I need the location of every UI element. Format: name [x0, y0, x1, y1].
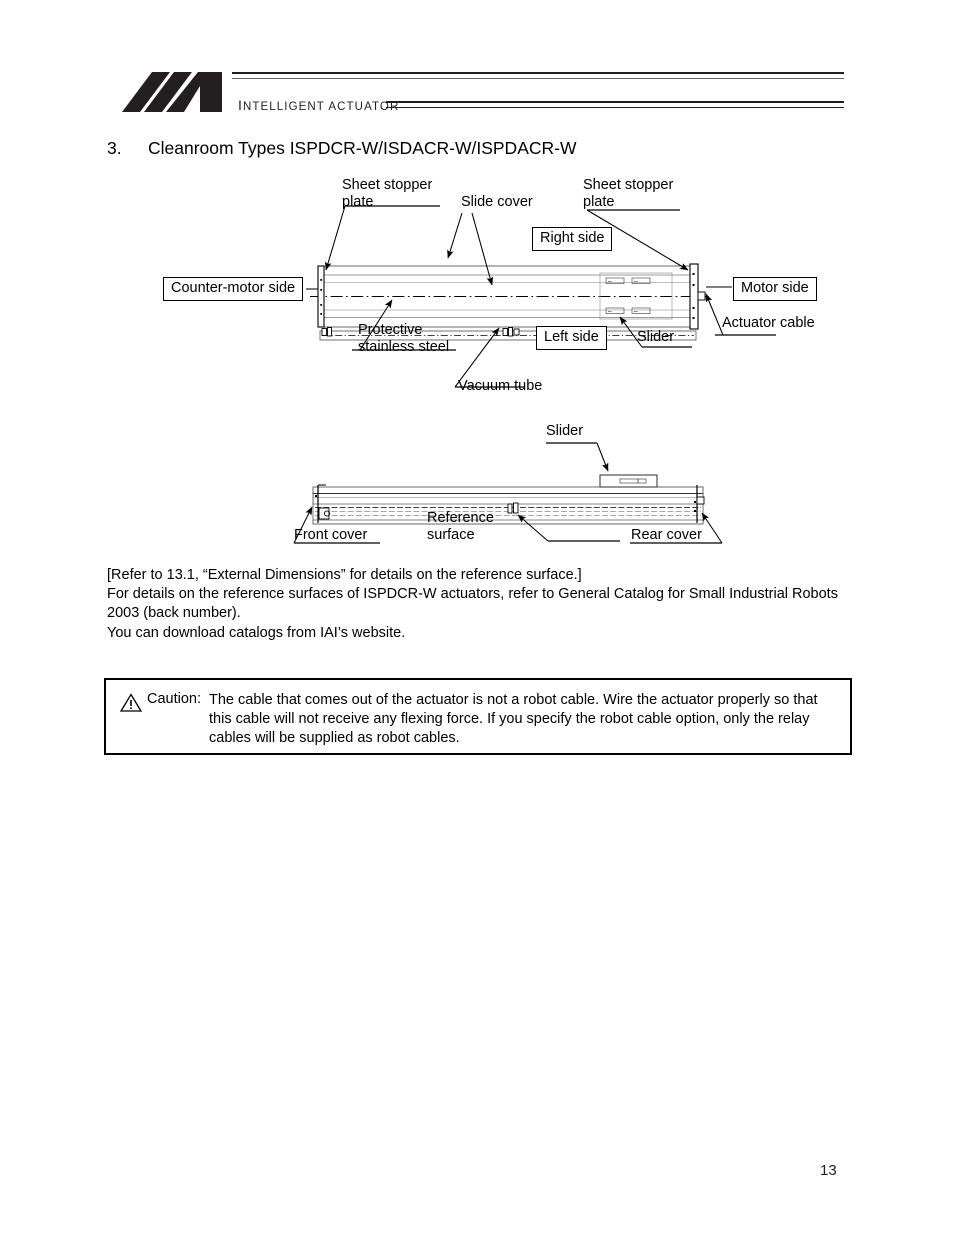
- cleanroom-actuator-side-view-diagram: Slider Front cover Reference surface Rea…: [0, 415, 954, 560]
- label-protective-stainless-steel-line1: Protective: [358, 322, 423, 338]
- label-vacuum-tube: Vacuum tube: [458, 378, 543, 394]
- label-sheet-stopper-plate-right: Sheet stopper plate: [583, 177, 673, 211]
- svg-text:▪▪▪: ▪▪▪: [608, 310, 612, 314]
- label-protective-stainless-steel: Protective stainless steel: [358, 322, 449, 356]
- page-number: 13: [820, 1162, 837, 1179]
- logo-wordmark: INTELLIGENT ACTUATOR: [238, 97, 399, 113]
- caution-box: Caution: The cable that comes out of the…: [104, 678, 852, 755]
- label-slide-cover: Slide cover: [461, 194, 533, 210]
- header-rule-bottom-thick: [386, 101, 844, 104]
- cleanroom-actuator-top-view-diagram: ▪▪▪ ▪▪▪ ▪▪▪ ▪▪▪ Sheet stopper plate Slid…: [0, 165, 954, 405]
- header-rule-top-thick: [232, 72, 844, 75]
- label-motor-side: Motor side: [733, 277, 817, 301]
- section-heading: 3. Cleanroom Types ISPDCR-W/ISDACR-W/ISPD…: [107, 138, 577, 159]
- section-title-text: Cleanroom Types ISPDCR-W/ISDACR-W/ISPDAC…: [148, 138, 577, 158]
- svg-text:▪▪▪: ▪▪▪: [634, 310, 638, 314]
- body-paragraph-3: You can download catalogs from IAI’s web…: [107, 624, 406, 641]
- label-sheet-stopper-plate-right-line2: plate: [583, 194, 615, 210]
- label-sheet-stopper-plate-left-line1: Sheet stopper: [342, 177, 433, 193]
- label-rear-cover: Rear cover: [631, 527, 702, 543]
- svg-text:▪▪▪: ▪▪▪: [608, 280, 612, 284]
- section-number: 3.: [107, 138, 122, 158]
- svg-text:▪▪▪: ▪▪▪: [634, 280, 638, 284]
- caution-text: The cable that comes out of the actuator…: [209, 692, 818, 746]
- label-reference-surface-line2: surface: [427, 527, 475, 543]
- label-left-side: Left side: [536, 326, 607, 350]
- caution-label: Caution:: [147, 691, 202, 707]
- page-header: INTELLIGENT ACTUATOR: [0, 0, 954, 125]
- ia-logo-icon: [122, 72, 240, 112]
- label-sheet-stopper-plate-left: Sheet stopper plate: [342, 177, 432, 211]
- body-paragraph-2: For details on the reference surfaces of…: [107, 586, 838, 622]
- label-slider-top-view: Slider: [637, 329, 675, 345]
- label-reference-surface-line1: Reference: [427, 510, 494, 526]
- label-sheet-stopper-plate-left-line2: plate: [342, 194, 374, 210]
- label-protective-stainless-steel-line2: stainless steel: [358, 339, 450, 355]
- label-front-cover: Front cover: [294, 527, 368, 543]
- body-paragraph-1: [Refer to 13.1, “External Dimensions” fo…: [107, 567, 582, 583]
- label-actuator-cable: Actuator cable: [722, 315, 815, 331]
- body-text-block: [Refer to 13.1, “External Dimensions” fo…: [107, 566, 849, 643]
- label-reference-surface: Reference surface: [427, 510, 494, 544]
- label-counter-motor-side: Counter-motor side: [163, 277, 304, 301]
- header-rule-bottom-thin: [386, 107, 844, 109]
- label-right-side: Right side: [532, 227, 613, 251]
- logo-wordmark-rest: NTELLIGENT ACTUATOR: [243, 101, 400, 113]
- header-rule-top-thin: [232, 77, 844, 79]
- label-slider-side-view: Slider: [546, 423, 584, 439]
- label-sheet-stopper-plate-right-line1: Sheet stopper: [583, 177, 674, 193]
- warning-triangle-icon: [119, 693, 143, 717]
